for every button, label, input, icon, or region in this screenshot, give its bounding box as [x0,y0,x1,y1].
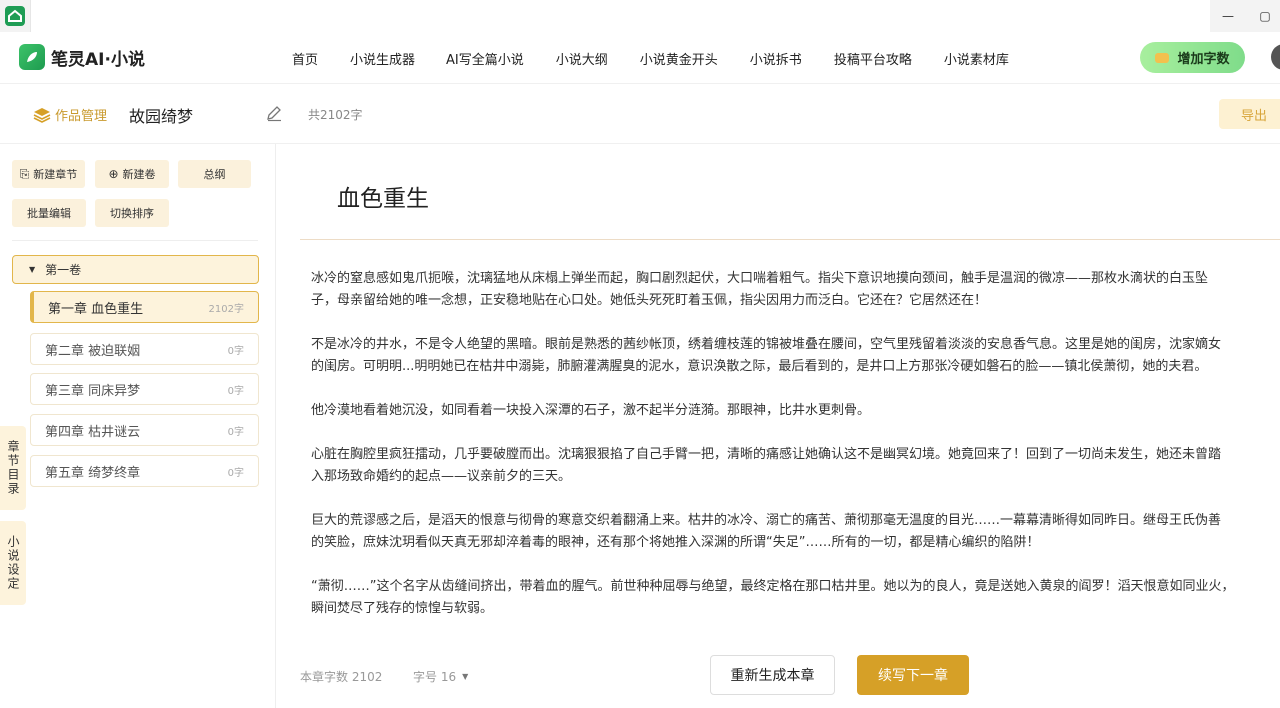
book-title: 故园绮梦 [129,107,194,126]
feather-icon [19,44,45,70]
chapter-count: 2102字 [208,303,244,315]
caret-down-icon: ▼ [462,672,469,681]
paragraph: 不是冰冷的井水，不是令人绝望的黑暗。眼前是熟悉的茜纱帐顶，绣着缠枝莲的锦被堆叠在… [311,334,1280,378]
add-words-label: 增加字数 [1177,52,1230,67]
text-line: “萧彻……”这个名字从齿缝间挤出，带着血的腥气。前世种种屈辱与绝望，最终定格在那… [311,579,1235,594]
text-line: 他冷漠地看着她沉没，如同看着一块投入深潭的石子，激不起半分涟漪。那眼神，比井水更… [311,403,871,418]
new-chapter-label: 新建章节 [33,168,78,181]
chapter-title: 第三章 同床异梦 [45,383,141,399]
text-line: 入那场致命婚约的起点——议亲前夕的三天。 [311,469,572,484]
text-line: 子，母亲留给她的唯一念想，正安稳地贴在心口处。她低头死死盯着玉佩，指尖因用力而泛… [311,293,988,308]
text-line: 巨大的荒谬感之后，是滔天的恨意与彻骨的寒意交织着翻涌上来。枯井的冰冷、溺亡的痛苦… [311,513,1222,528]
caret-down-icon: ▼ [29,265,36,274]
font-size-select[interactable]: 字号 16 ▼ [413,668,468,685]
work-header: 作品管理 故园绮梦 共2102字 导出 [0,84,1280,144]
text-line: 瞬间焚尽了残存的惊惶与软弱。 [311,601,494,616]
edit-icon[interactable] [265,104,283,122]
regenerate-chapter-button[interactable]: 重新生成本章 [710,655,835,695]
chapter-count: 0字 [227,385,244,397]
chapter-title: 第二章 被迫联姻 [45,343,141,359]
works-management-button[interactable]: 作品管理 [33,105,107,124]
switch-sort-button[interactable]: 切换排序 [95,199,169,227]
paragraph: 心脏在胸腔里疯狂擂动，几乎要破膛而出。沈璃狠狠掐了自己手臂一把，清晰的痛感让她确… [311,444,1280,488]
text-line: 的笑脸，庶妹沈玥看似天真无邪却淬着毒的眼神，还有那个将她推入深渊的所谓“失足”…… [311,535,1040,550]
coin-icon [1155,52,1170,63]
volume-item[interactable]: ▼ 第一卷 [12,255,259,284]
new-volume-label: 新建卷 [122,168,156,181]
chapter-word-count: 本章字数 2102 [300,670,383,684]
plus-circle-icon: ⊕ [108,167,119,181]
minimize-button[interactable]: — [1213,0,1243,32]
chapter-directory-tab[interactable]: 章节目录 [0,426,26,510]
chapter-count: 0字 [227,345,244,357]
chapter-title: 第四章 枯井谜云 [45,424,141,440]
title-divider [300,239,1280,240]
paragraph: “萧彻……”这个名字从齿缝间挤出，带着血的腥气。前世种种屈辱与绝望，最终定格在那… [311,576,1280,620]
chapter-item-1[interactable]: 第一章 血色重生 2102字 [30,291,259,323]
text-line: 不是冰冷的井水，不是令人绝望的黑暗。眼前是熟悉的茜纱帐顶，绣着缠枝莲的锦被堆叠在… [311,337,1222,352]
new-chapter-button[interactable]: ⎘ 新建章节 [12,160,85,188]
chapter-item-5[interactable]: 第五章 绮梦终章 0字 [30,455,259,487]
chapter-item-2[interactable]: 第二章 被迫联姻 0字 [30,333,259,365]
chapter-text[interactable]: 冰冷的窒息感如鬼爪扼喉，沈璃猛地从床榻上弹坐而起，胸口剧烈起伏，大口喘着粗气。指… [311,268,1280,642]
add-words-button[interactable]: 增加字数 [1140,42,1245,73]
chapter-sidebar: ⎘ 新建章节 ⊕ 新建卷 总纲 批量编辑 切换排序 ▼ 第一卷 第一章 血色重生 2… [0,144,276,708]
export-button[interactable]: 导出 [1219,99,1280,129]
chapter-item-3[interactable]: 第三章 同床异梦 0字 [30,373,259,405]
avatar[interactable] [1271,44,1280,70]
top-nav: 笔灵AI·小说 首页 小说生成器 AI写全篇小说 小说大纲 小说黄金开头 小说拆… [0,32,1280,84]
nav-link-material-library[interactable]: 小说素材库 [944,49,1009,68]
chapter-editor[interactable]: 血色重生 冰冷的窒息感如鬼爪扼喉，沈璃猛地从床榻上弹坐而起，胸口剧烈起伏，大口喘… [300,144,1280,708]
text-line: 的闺房。可明明...明明她已在枯井中溺毙，肺腑灌满腥臭的泥水，意识涣散之际，最后… [311,359,1208,374]
chapter-heading[interactable]: 血色重生 [337,179,429,213]
chapter-item-4[interactable]: 第四章 枯井谜云 0字 [30,414,259,446]
batch-edit-button[interactable]: 批量编辑 [12,199,86,227]
novel-settings-label: 小说设定 [6,535,20,591]
logo-text: 笔灵AI·小说 [51,49,145,70]
sidebar-divider [12,240,258,241]
total-word-count: 共2102字 [308,108,363,122]
chapter-title: 第一章 血色重生 [48,301,144,317]
chapter-count: 0字 [227,426,244,438]
paragraph: 他冷漠地看着她沉没，如同看着一块投入深潭的石子，激不起半分涟漪。那眼神，比井水更… [311,400,1280,422]
layers-icon [33,107,51,123]
nav-link-golden-opening[interactable]: 小说黄金开头 [640,49,718,68]
home-icon[interactable] [5,6,25,26]
file-plus-icon: ⎘ [19,166,30,181]
new-volume-button[interactable]: ⊕ 新建卷 [95,160,169,188]
nav-link-generator[interactable]: 小说生成器 [350,49,415,68]
paragraph: 巨大的荒谬感之后，是滔天的恨意与彻骨的寒意交织着翻涌上来。枯井的冰冷、溺亡的痛苦… [311,510,1280,554]
outline-button[interactable]: 总纲 [178,160,251,188]
chapter-title: 第五章 绮梦终章 [45,465,141,481]
window-titlebar: — ▢ [0,0,1280,32]
nav-links: 首页 小说生成器 AI写全篇小说 小说大纲 小说黄金开头 小说拆书 投稿平台攻略… [292,49,1041,68]
logo[interactable]: 笔灵AI·小说 [19,44,145,70]
nav-link-home[interactable]: 首页 [292,49,318,68]
browser-tab[interactable] [30,0,1210,32]
works-management-label: 作品管理 [55,109,108,124]
nav-link-book-breakdown[interactable]: 小说拆书 [750,49,802,68]
maximize-button[interactable]: ▢ [1250,0,1280,32]
chapter-directory-label: 章节目录 [6,440,20,496]
paragraph: 冰冷的窒息感如鬼爪扼喉，沈璃猛地从床榻上弹坐而起，胸口剧烈起伏，大口喘着粗气。指… [311,268,1280,312]
font-size-label: 字号 16 [413,670,457,684]
text-line: 心脏在胸腔里疯狂擂动，几乎要破膛而出。沈璃狠狠掐了自己手臂一把，清晰的痛感让她确… [311,447,1222,462]
nav-link-outline[interactable]: 小说大纲 [556,49,608,68]
novel-settings-tab[interactable]: 小说设定 [0,521,26,605]
editor-bottom-bar: 本章字数 2102 字号 16 ▼ 重新生成本章 续写下一章 [300,655,1280,695]
volume-label: 第一卷 [45,263,82,277]
chapter-count: 0字 [227,467,244,479]
continue-next-chapter-button[interactable]: 续写下一章 [857,655,969,695]
nav-link-full-novel[interactable]: AI写全篇小说 [446,49,524,68]
text-line: 冰冷的窒息感如鬼爪扼喉，沈璃猛地从床榻上弹坐而起，胸口剧烈起伏，大口喘着粗气。指… [311,271,1209,286]
nav-link-submission-guide[interactable]: 投稿平台攻略 [834,49,912,68]
